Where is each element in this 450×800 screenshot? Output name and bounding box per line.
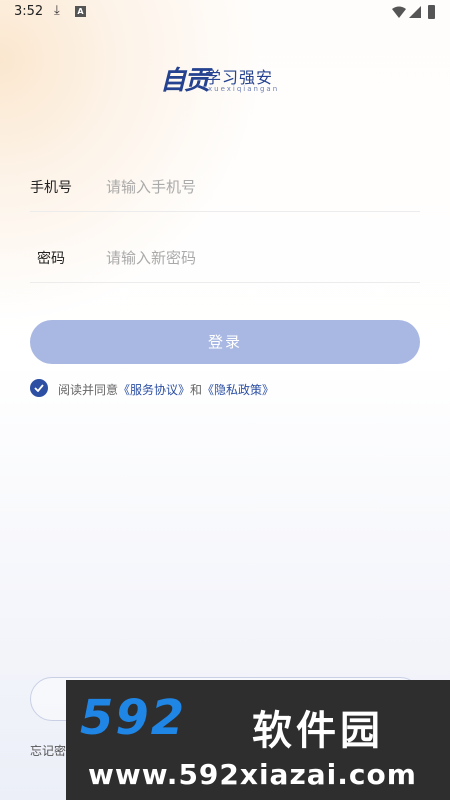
service-agreement-link[interactable]: 《服务协议》 [118, 383, 190, 397]
app-logo: 自贡 学习强安 xuexiqiangan [160, 58, 290, 98]
phone-input[interactable] [106, 173, 406, 201]
signal-icon [409, 6, 421, 18]
password-input[interactable] [106, 244, 406, 272]
wifi-icon [392, 6, 406, 18]
password-label: 密码 [37, 251, 65, 267]
check-icon [34, 384, 44, 392]
agreement-and: 和 [190, 383, 203, 397]
phone-row: 手机号 [30, 165, 420, 212]
logo-pinyin: xuexiqiangan [208, 85, 280, 93]
privacy-policy-link[interactable]: 《隐私政策》 [202, 383, 274, 397]
phone-label: 手机号 [30, 180, 72, 196]
login-button[interactable]: 登录 [30, 320, 420, 364]
watermark-name: 软件园 [252, 708, 384, 754]
agree-checkbox[interactable] [30, 379, 48, 397]
notification-app-icon: A [75, 6, 86, 17]
download-icon: ⤓ [54, 3, 60, 18]
status-time: 3:52 [14, 4, 44, 19]
battery-icon [428, 5, 435, 19]
watermark-number: 592 [80, 690, 187, 746]
password-row: 密码 [30, 236, 420, 283]
logo-calligraphy: 自贡 [160, 66, 210, 96]
agreement-prefix: 阅读并同意 [58, 383, 119, 397]
agreement-text: 阅读并同意《服务协议》和《隐私政策》 [58, 381, 274, 398]
forgot-password-link[interactable]: 忘记密 [30, 742, 66, 759]
status-bar: 3:52 ⤓ A [0, 0, 450, 26]
watermark-banner: 592 软件园 www.592xiazai.com [66, 680, 450, 800]
watermark-url: www.592xiazai.com [88, 758, 417, 791]
